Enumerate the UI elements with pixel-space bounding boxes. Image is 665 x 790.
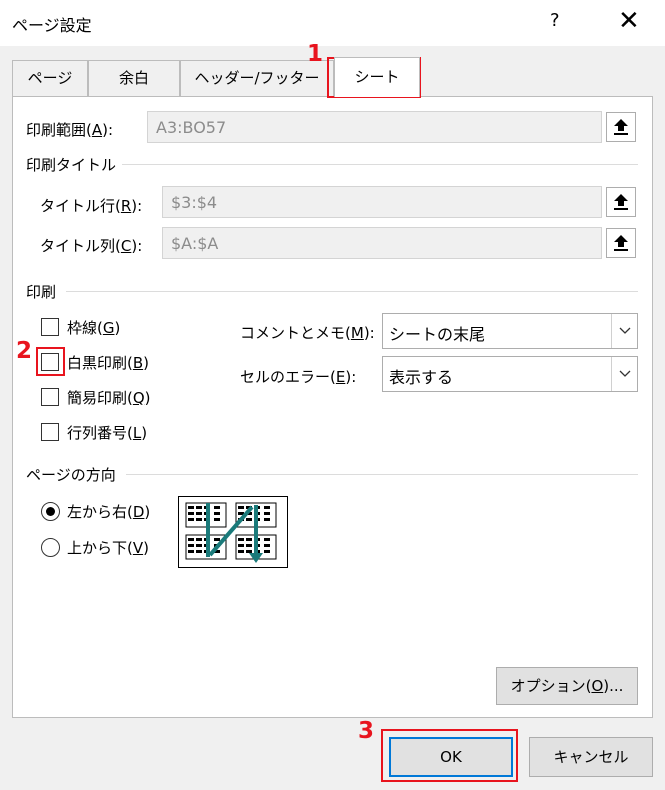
window-title: ページ設定 <box>12 16 92 35</box>
collapse-dialog-icon <box>614 119 628 135</box>
title-rows-label: タイトル行(R): <box>40 197 143 215</box>
tab-sheet[interactable]: シート <box>334 57 420 97</box>
gridlines-label: 枠線(G) <box>67 319 121 337</box>
print-area-collapse-button[interactable] <box>606 112 636 142</box>
title-cols-collapse-button[interactable] <box>606 228 636 258</box>
comments-select[interactable]: シートの末尾 <box>382 313 638 349</box>
annotation-number-3: 3 <box>358 718 375 744</box>
down-then-over-radio[interactable] <box>41 502 60 521</box>
print-area-label: 印刷範囲(A): <box>26 121 114 139</box>
down-then-over-label: 左から右(D) <box>67 503 151 521</box>
over-then-down-radio[interactable] <box>41 538 60 557</box>
title-rows-collapse-button[interactable] <box>606 187 636 217</box>
draft-quality-checkbox[interactable] <box>41 388 59 406</box>
close-button[interactable]: ✕ <box>618 6 640 36</box>
annotation-number-2: 2 <box>16 338 33 364</box>
over-then-down-label: 上から下(V) <box>67 539 149 557</box>
comments-select-value: シートの末尾 <box>389 325 486 344</box>
chevron-down-icon[interactable] <box>611 314 637 348</box>
gridlines-checkbox[interactable] <box>41 318 59 336</box>
help-button[interactable]: ? <box>550 10 560 31</box>
row-col-headings-checkbox[interactable] <box>41 423 59 441</box>
title-bar: ページ設定 ? ✕ <box>0 0 665 46</box>
page-order-preview-icon <box>178 496 288 568</box>
title-cols-input[interactable]: $A:$A <box>162 227 602 259</box>
tab-page[interactable]: ページ <box>12 60 88 96</box>
cell-errors-select[interactable]: 表示する <box>382 356 638 392</box>
cell-errors-label: セルのエラー(E): <box>240 368 357 386</box>
black-and-white-label: 白黒印刷(B) <box>67 354 150 372</box>
title-cols-label: タイトル列(C): <box>40 237 143 255</box>
comments-label: コメントとメモ(M): <box>240 324 375 342</box>
divider <box>66 291 638 292</box>
tab-margins[interactable]: 余白 <box>88 60 180 96</box>
collapse-dialog-icon <box>614 194 628 210</box>
collapse-dialog-icon <box>614 235 628 251</box>
print-heading: 印刷 <box>26 283 57 301</box>
row-col-headings-label: 行列番号(L) <box>67 424 148 442</box>
page-order-heading: ページの方向 <box>26 466 116 484</box>
divider <box>122 164 638 165</box>
print-area-input[interactable]: A3:BO57 <box>147 111 602 143</box>
print-titles-heading: 印刷タイトル <box>26 156 117 174</box>
divider <box>126 474 638 475</box>
title-rows-input[interactable]: $3:$4 <box>162 186 602 218</box>
annotation-number-1: 1 <box>307 41 324 67</box>
cell-errors-select-value: 表示する <box>389 368 454 387</box>
cancel-button[interactable]: キャンセル <box>529 737 653 777</box>
options-button[interactable]: オプション(O)... <box>496 667 638 705</box>
chevron-down-icon[interactable] <box>611 357 637 391</box>
annotation-box-2 <box>36 347 65 376</box>
annotation-box-3 <box>381 729 518 782</box>
draft-quality-label: 簡易印刷(Q) <box>67 389 151 407</box>
